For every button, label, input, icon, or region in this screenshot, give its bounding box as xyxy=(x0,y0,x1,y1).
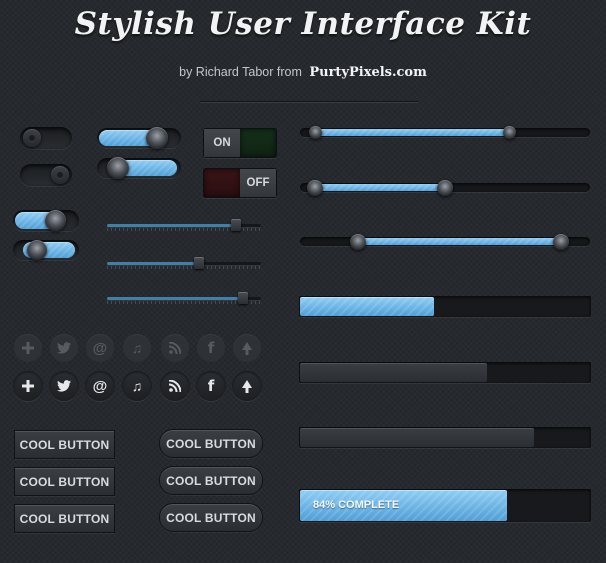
at-button[interactable]: @ xyxy=(85,371,115,401)
range-handle[interactable] xyxy=(350,233,366,250)
plus-icon xyxy=(22,380,34,392)
toggle-switch-on[interactable] xyxy=(97,127,181,149)
range-handle[interactable] xyxy=(502,126,516,139)
facebook-icon: f xyxy=(207,339,215,357)
range-fill xyxy=(315,184,445,191)
range-handle[interactable] xyxy=(308,126,322,139)
facebook-icon: f xyxy=(207,377,215,395)
byline-text: by Richard Tabor from xyxy=(179,65,302,79)
rss-button[interactable] xyxy=(160,371,190,401)
progress-bar: 84% COMPLETE xyxy=(299,489,591,522)
divider xyxy=(200,101,418,103)
toggle-switch-on[interactable] xyxy=(13,240,79,260)
progress-fill xyxy=(300,428,534,447)
facebook-button[interactable]: f xyxy=(197,334,225,362)
toggle-knob[interactable] xyxy=(107,157,129,179)
range-handle[interactable] xyxy=(553,233,569,250)
at-icon: @ xyxy=(92,377,108,395)
range-handle[interactable] xyxy=(437,179,453,196)
toggle-switch-off[interactable] xyxy=(20,127,72,149)
brand-link[interactable]: PurtyPixels.com xyxy=(309,65,427,80)
off-indicator xyxy=(204,169,240,197)
toggle-switch-on[interactable] xyxy=(13,210,79,231)
page-title: Stylish User Interface Kit xyxy=(74,6,532,42)
tree-button[interactable] xyxy=(232,371,262,401)
range-fill xyxy=(315,129,509,136)
facebook-button[interactable]: f xyxy=(196,371,226,401)
toggle-switch-on[interactable] xyxy=(97,157,181,179)
on-switch[interactable]: ON xyxy=(203,128,277,158)
plus-button[interactable] xyxy=(13,371,43,401)
cool-button-square[interactable]: COOL BUTTON xyxy=(14,430,115,459)
twitter-button[interactable] xyxy=(50,334,78,362)
slider-thumb[interactable] xyxy=(231,219,241,231)
twitter-icon xyxy=(57,342,71,354)
thin-slider[interactable] xyxy=(107,262,261,265)
toggle-switch-off[interactable] xyxy=(20,164,72,186)
rss-button[interactable] xyxy=(161,334,189,362)
cool-button-rounded[interactable]: COOL BUTTON xyxy=(159,466,263,495)
progress-fill xyxy=(300,297,434,316)
music-button[interactable]: ♫ xyxy=(122,371,152,401)
cool-button-rounded[interactable]: COOL BUTTON xyxy=(159,503,263,532)
progress-label: 84% COMPLETE xyxy=(313,499,400,511)
at-icon: @ xyxy=(92,339,108,357)
tree-icon xyxy=(241,379,253,393)
twitter-icon xyxy=(57,380,71,392)
plus-icon xyxy=(22,342,34,354)
slider-thumb[interactable] xyxy=(238,292,248,304)
off-label: OFF xyxy=(240,169,276,197)
progress-bar xyxy=(299,427,591,448)
slider-fill xyxy=(107,224,236,227)
slider-fill xyxy=(107,262,199,265)
music-button[interactable]: ♫ xyxy=(123,334,151,362)
progress-bar xyxy=(299,296,591,317)
music-icon: ♫ xyxy=(131,378,143,394)
slider-thumb[interactable] xyxy=(194,257,204,269)
tree-button[interactable] xyxy=(233,334,261,362)
range-slider[interactable] xyxy=(300,237,590,246)
tree-icon xyxy=(241,341,253,355)
cool-button-square[interactable]: COOL BUTTON xyxy=(14,467,115,496)
rss-icon xyxy=(169,380,181,392)
slider-fill xyxy=(107,297,243,300)
twitter-button[interactable] xyxy=(49,371,79,401)
toggle-knob[interactable] xyxy=(27,240,47,260)
plus-button[interactable] xyxy=(14,334,42,362)
toggle-knob[interactable] xyxy=(23,129,41,147)
toggle-knob[interactable] xyxy=(45,210,66,231)
slider-ticks xyxy=(107,266,261,269)
off-switch[interactable]: OFF xyxy=(203,168,277,198)
progress-fill xyxy=(300,363,487,382)
range-fill xyxy=(358,238,561,245)
music-icon: ♫ xyxy=(131,340,143,356)
rss-icon xyxy=(169,342,181,354)
cool-button-rounded[interactable]: COOL BUTTON xyxy=(159,429,263,458)
at-button[interactable]: @ xyxy=(86,334,114,362)
byline: by Richard Tabor from PurtyPixels.com xyxy=(0,65,606,80)
on-label: ON xyxy=(204,129,240,157)
cool-button-square[interactable]: COOL BUTTON xyxy=(14,504,115,533)
on-indicator xyxy=(240,129,276,157)
range-handle[interactable] xyxy=(307,179,323,196)
toggle-knob[interactable] xyxy=(146,127,168,149)
progress-bar xyxy=(299,362,591,383)
range-slider[interactable] xyxy=(300,128,590,137)
toggle-knob[interactable] xyxy=(51,166,69,184)
